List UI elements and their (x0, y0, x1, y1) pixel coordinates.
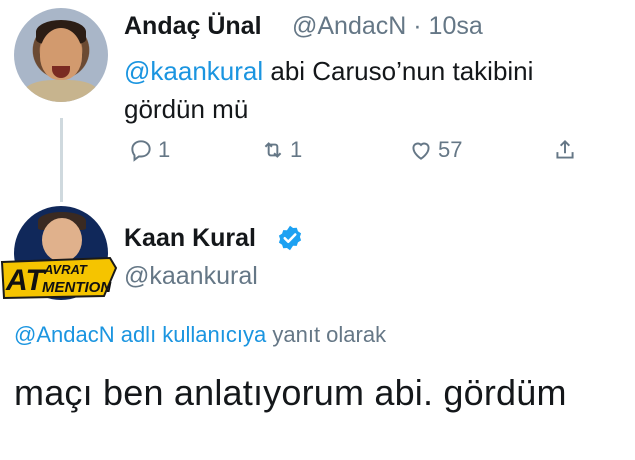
like-icon (412, 142, 430, 160)
thread-connector-line (60, 118, 63, 202)
tweet1-text-part2: gördün mü (124, 94, 249, 124)
logo-prefix: AT (5, 264, 46, 297)
retweet-icon (264, 142, 282, 158)
tweet1-text-part1: abi Caruso’nun takibini (263, 56, 534, 86)
like-count: 57 (438, 137, 463, 162)
tweet2-display-name[interactable]: Kaan Kural (124, 224, 256, 253)
tweet2-text: maçı ben anlatıyorum abi. gördüm (14, 372, 567, 413)
reply-count: 1 (158, 137, 171, 162)
tweet2-handle[interactable]: @kaankural (124, 262, 258, 291)
tweet1-mention-link[interactable]: @kaankural (124, 56, 263, 86)
replying-to-line: @AndacN adlı kullanıcıya yanıt olarak (14, 322, 386, 348)
share-button[interactable] (552, 134, 578, 166)
verified-icon (278, 225, 302, 251)
reply-button[interactable]: 1 (128, 134, 170, 166)
avatar-andac-unal[interactable] (14, 8, 108, 102)
avrat-mention-logo: AT AVRAT MENTION (0, 256, 118, 300)
tweet1-handle-time[interactable]: @AndacN · 10sa (292, 12, 483, 41)
replying-to-mention-link[interactable]: @AndacN adlı kullanıcıya (14, 322, 266, 347)
avatar-shirt (24, 80, 98, 102)
replying-to-suffix: yanıt olarak (266, 322, 387, 347)
retweet-button[interactable]: 1 (260, 134, 302, 166)
logo-line2: MENTION (42, 279, 112, 296)
tweet1-display-name[interactable]: Andaç Ünal (124, 12, 262, 41)
reply-icon (131, 140, 151, 162)
tweet1-actions: 1 1 57 (124, 134, 594, 166)
tweet1-text: @kaankural abi Caruso’nun takibini gördü… (124, 52, 614, 128)
logo-line1: AVRAT (43, 262, 88, 277)
like-button[interactable]: 57 (408, 134, 462, 166)
retweet-count: 1 (290, 137, 303, 162)
share-icon (556, 139, 574, 159)
